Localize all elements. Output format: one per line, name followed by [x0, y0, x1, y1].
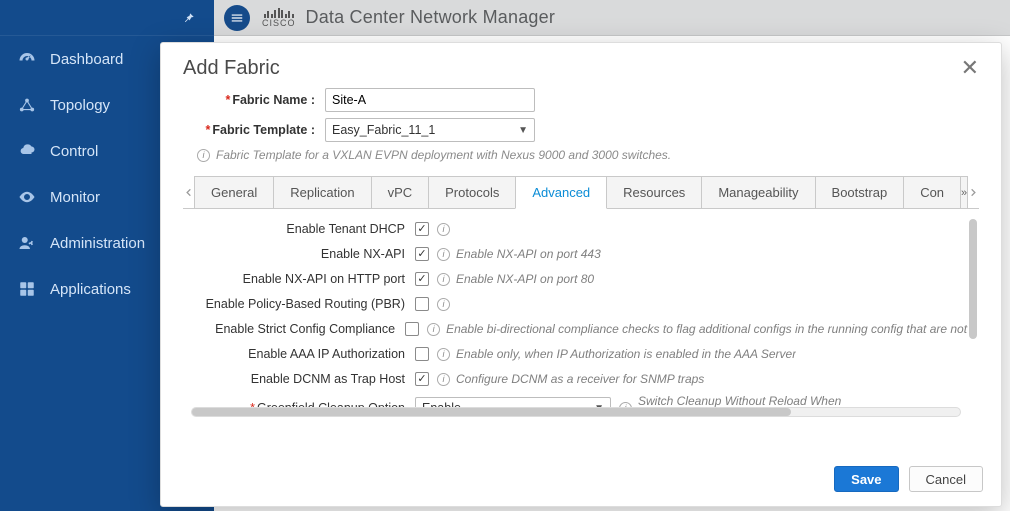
vertical-scrollbar[interactable]	[969, 219, 977, 339]
sidebar-item-label: Applications	[50, 281, 131, 298]
tab-bootstrap[interactable]: Bootstrap	[815, 176, 905, 208]
horizontal-scrollbar[interactable]	[191, 407, 961, 417]
tab-overflow-button[interactable]: »	[960, 176, 968, 208]
sidebar-item-label: Dashboard	[50, 51, 123, 68]
tab-strip: General Replication vPC Protocols Advanc…	[183, 176, 979, 209]
modal-title: Add Fabric	[183, 57, 280, 80]
tab-replication[interactable]: Replication	[273, 176, 371, 208]
tab-vpc[interactable]: vPC	[371, 176, 430, 208]
cisco-word: CISCO	[262, 19, 296, 28]
enable-tenant-dhcp-checkbox[interactable]	[415, 222, 429, 236]
template-hint: i Fabric Template for a VXLAN EVPN deplo…	[197, 148, 979, 162]
enable-nxapi-http-checkbox[interactable]	[415, 272, 429, 286]
cisco-logo: CISCO	[262, 8, 296, 28]
info-icon[interactable]: i	[437, 373, 450, 386]
tab-protocols[interactable]: Protocols	[428, 176, 516, 208]
setting-label: Enable Policy-Based Routing (PBR)	[183, 297, 415, 311]
modal-footer: Save Cancel	[161, 456, 1001, 506]
fabric-template-label: *Fabric Template :	[183, 123, 325, 137]
tab-con[interactable]: Con	[903, 176, 961, 208]
info-icon[interactable]: i	[437, 248, 450, 261]
brand-block: CISCO Data Center Network Manager	[262, 7, 555, 28]
setting-hint: Enable only, when IP Authorization is en…	[456, 347, 796, 361]
enable-dcnm-trap-checkbox[interactable]	[415, 372, 429, 386]
setting-hint: Enable NX-API on port 443	[456, 247, 601, 261]
tab-advanced[interactable]: Advanced	[515, 176, 607, 209]
chevron-left-icon	[183, 187, 194, 198]
info-icon[interactable]: i	[427, 323, 440, 336]
topbar: CISCO Data Center Network Manager	[214, 0, 1010, 36]
product-title: Data Center Network Manager	[306, 7, 556, 28]
setting-hint: Configure DCNM as a receiver for SNMP tr…	[456, 372, 704, 386]
sidebar-item-label: Topology	[50, 97, 110, 114]
fabric-template-select[interactable]: Easy_Fabric_11_1 ▼	[325, 118, 535, 142]
tab-general[interactable]: General	[194, 176, 274, 208]
advanced-settings-panel: Enable Tenant DHCP i Enable NX-API i Ena…	[183, 209, 979, 417]
enable-nxapi-checkbox[interactable]	[415, 247, 429, 261]
eye-icon	[18, 188, 36, 206]
main-menu-button[interactable]	[224, 5, 250, 31]
admin-icon	[18, 234, 36, 252]
fabric-name-input[interactable]	[325, 88, 535, 112]
apps-icon	[18, 280, 36, 298]
scrollbar-thumb[interactable]	[192, 408, 791, 416]
info-icon[interactable]: i	[437, 273, 450, 286]
close-icon[interactable]: ✕	[961, 57, 979, 79]
topology-icon	[18, 96, 36, 114]
setting-label: Enable AAA IP Authorization	[183, 347, 415, 361]
setting-label: Enable NX-API on HTTP port	[183, 272, 415, 286]
fabric-template-value: Easy_Fabric_11_1	[332, 123, 435, 137]
setting-label: Enable Strict Config Compliance	[183, 322, 405, 336]
cancel-button[interactable]: Cancel	[909, 466, 983, 492]
save-button[interactable]: Save	[834, 466, 898, 492]
info-icon[interactable]: i	[437, 348, 450, 361]
hamburger-icon	[230, 11, 244, 25]
setting-hint: Enable bi-directional compliance checks …	[446, 322, 975, 336]
gauge-icon	[18, 50, 36, 68]
setting-hint: Enable NX-API on port 80	[456, 272, 594, 286]
enable-strict-compliance-checkbox[interactable]	[405, 322, 419, 336]
setting-label: Enable NX-API	[183, 247, 415, 261]
add-fabric-modal: Add Fabric ✕ *Fabric Name : *Fabric Temp…	[160, 42, 1002, 507]
chevron-down-icon: ▼	[518, 125, 528, 136]
info-icon: i	[197, 149, 210, 162]
sidebar-item-label: Control	[50, 143, 98, 160]
tab-scroll-right[interactable]	[968, 176, 979, 208]
chevron-right-icon	[968, 187, 979, 198]
enable-pbr-checkbox[interactable]	[415, 297, 429, 311]
sidebar-pin-button[interactable]	[0, 0, 214, 36]
info-icon[interactable]: i	[437, 298, 450, 311]
setting-label: Enable Tenant DHCP	[183, 222, 415, 236]
pin-icon	[182, 11, 196, 25]
sidebar-item-label: Monitor	[50, 189, 100, 206]
cloud-gear-icon	[18, 142, 36, 160]
tab-scroll-left[interactable]	[183, 176, 194, 208]
fabric-name-label: *Fabric Name :	[183, 93, 325, 107]
tab-resources[interactable]: Resources	[606, 176, 702, 208]
tab-manageability[interactable]: Manageability	[701, 176, 815, 208]
enable-aaa-ip-checkbox[interactable]	[415, 347, 429, 361]
info-icon[interactable]: i	[437, 223, 450, 236]
setting-label: Enable DCNM as Trap Host	[183, 372, 415, 386]
sidebar-item-label: Administration	[50, 235, 145, 252]
